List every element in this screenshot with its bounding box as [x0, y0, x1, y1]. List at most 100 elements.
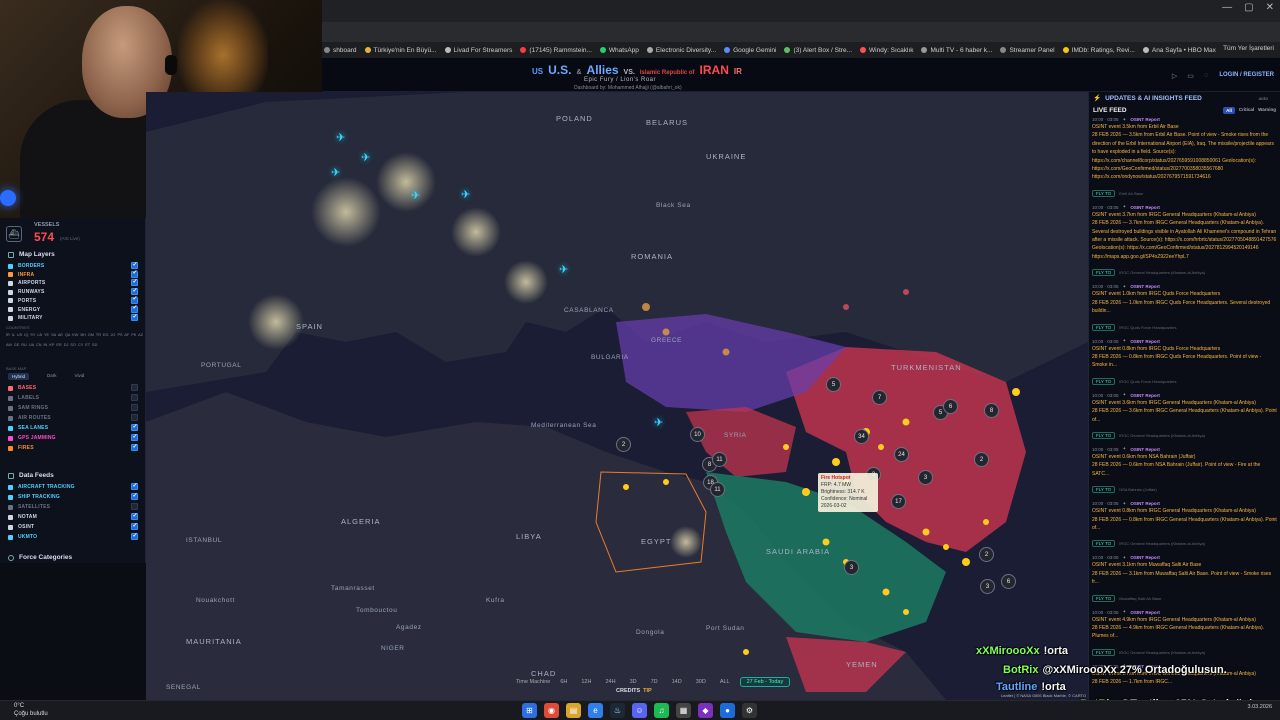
layer-toggle[interactable]: RUNWAYS	[8, 287, 138, 296]
bookmark-label[interactable]: IMDb: Ratings, Revi...	[1072, 47, 1135, 54]
layer-checkbox[interactable]	[131, 443, 138, 451]
layer-checkbox[interactable]	[131, 304, 138, 313]
layer-checkbox[interactable]	[131, 404, 138, 411]
feed-tab[interactable]: Warning	[1258, 107, 1276, 114]
layer-toggle[interactable]: AIRPORTS	[8, 278, 138, 287]
close-icon[interactable]: ✕	[1266, 2, 1274, 13]
system-tray[interactable]: 3.03.2026	[1248, 704, 1272, 711]
bookmark-item[interactable]: Livad For Streamers	[444, 47, 513, 54]
aircraft-icon[interactable]: ✈	[411, 190, 423, 202]
bookmark-label[interactable]: (17145) Rammstein...	[529, 47, 592, 54]
layer-checkbox[interactable]	[131, 482, 138, 490]
layer-checkbox[interactable]	[131, 313, 138, 322]
map-cluster-marker[interactable]: 11	[712, 452, 727, 467]
time-range-option[interactable]: 7D	[645, 678, 664, 686]
layer-toggle[interactable]: BORDERS	[8, 261, 138, 270]
map-cluster-marker[interactable]: 17	[891, 494, 906, 509]
app-icon[interactable]: ●	[720, 703, 735, 718]
map-cluster-marker[interactable]: 3	[980, 579, 995, 594]
bookmark-label[interactable]: (3) Alert Box / Stre...	[793, 47, 852, 54]
feed-entry[interactable]: 10:00 · 03:05 ✦ OSINT Report OSINT event 0.…	[1092, 446, 1277, 496]
map-cluster-marker[interactable]: 24	[894, 447, 909, 462]
user-icon[interactable]: ◌	[1204, 72, 1208, 80]
map-view[interactable]: BELARUS POLAND UKRAINE ROMANIA SPAIN PORTUGAL…	[146, 92, 1088, 700]
feed-entry[interactable]: 10:00 · 03:05 ✦ OSINT Report OSINT event 0.…	[1092, 338, 1277, 388]
twitch-icon[interactable]: ◆	[698, 703, 713, 718]
fly-to-button[interactable]: FLY TO	[1092, 594, 1116, 602]
basemap-option[interactable]: Vivid	[75, 373, 85, 380]
bookmark-item[interactable]: Google Gemini	[724, 47, 776, 54]
bookmark-label[interactable]: Electronic Diversity...	[656, 47, 716, 54]
calculator-icon[interactable]: ▦	[676, 703, 691, 718]
layer-checkbox[interactable]	[131, 522, 138, 530]
fly-to-button[interactable]: FLY TO	[1092, 431, 1116, 439]
weather-widget[interactable]: 0°C Çoğu bulutlu	[14, 702, 48, 718]
aircraft-icon[interactable]: ✈	[331, 167, 343, 179]
discord-icon[interactable]: ☺	[632, 703, 647, 718]
fly-to-button[interactable]: FLY TO	[1092, 486, 1116, 494]
feed-entry[interactable]: 10:00 · 03:05 ✦ OSINT Report OSINT event 3.…	[1092, 116, 1277, 200]
steam-icon[interactable]: ♨	[610, 703, 625, 718]
fly-to-button[interactable]: FLY TO	[1092, 269, 1116, 277]
layer-checkbox[interactable]	[131, 287, 138, 296]
time-range-option[interactable]: 14D	[666, 678, 688, 686]
layer-toggle[interactable]: SHIP TRACKING	[8, 492, 138, 501]
layer-toggle[interactable]: FIRES	[8, 443, 138, 452]
feed-entry[interactable]: 10:00 · 03:05 ✦ OSINT Report OSINT event 1.…	[1092, 283, 1277, 333]
layer-checkbox[interactable]	[131, 295, 138, 304]
time-range-option[interactable]: ALL	[714, 678, 736, 686]
layer-checkbox[interactable]	[131, 261, 138, 269]
layer-checkbox[interactable]	[131, 423, 138, 431]
layer-toggle[interactable]: OSINT	[8, 522, 138, 531]
bookmark-label[interactable]: Streamer Panel	[1009, 47, 1054, 54]
layer-checkbox[interactable]	[131, 269, 138, 278]
settings-icon[interactable]: ⚙	[742, 703, 757, 718]
layer-toggle[interactable]: ENERGY	[8, 304, 138, 314]
bookmark-label[interactable]: Multi TV - 6 haber k...	[930, 47, 992, 54]
bookmark-item[interactable]: Streamer Panel	[1000, 47, 1055, 54]
address-bar[interactable]: ☆ ⧉ ● ⋮	[322, 22, 1280, 59]
feed-entry[interactable]: 10:00 · 03:05 ✦ OSINT Report OSINT event 0.…	[1092, 500, 1277, 550]
map-cluster-marker[interactable]: 6	[943, 399, 958, 414]
bookmark-item[interactable]: shboard	[324, 47, 357, 54]
layer-toggle[interactable]: GPS JAMMING	[8, 433, 138, 442]
login-button[interactable]: LOGIN / REGISTER	[1219, 72, 1274, 78]
layer-toggle[interactable]: UKMTO	[8, 532, 138, 541]
monitor-icon[interactable]: ▭	[1187, 72, 1194, 80]
map-cluster-marker[interactable]: 2	[974, 452, 989, 467]
map-cluster-marker[interactable]: 11	[710, 482, 725, 497]
map-cluster-marker[interactable]: 8	[984, 403, 999, 418]
layer-toggle[interactable]: MILITARY	[8, 313, 138, 322]
map-cluster-marker[interactable]: 34	[854, 429, 869, 444]
bookmark-item[interactable]: (17145) Rammstein...	[520, 47, 592, 54]
bookmark-label[interactable]: Google Gemini	[733, 47, 776, 54]
basemap-option[interactable]: Hybrid	[8, 373, 30, 380]
layer-checkbox[interactable]	[131, 394, 138, 401]
time-range-option[interactable]: 3D	[624, 678, 643, 686]
force-categories-title[interactable]: Force Categories	[8, 554, 72, 561]
aircraft-icon[interactable]: ✈	[361, 152, 373, 164]
layer-checkbox[interactable]	[131, 433, 138, 441]
bookmark-item[interactable]: Windy: Sıcaklık	[860, 47, 913, 54]
edge-icon[interactable]: e	[588, 703, 603, 718]
chrome-icon[interactable]: ◉	[544, 703, 559, 718]
aircraft-icon[interactable]: ✈	[559, 264, 571, 276]
layer-toggle[interactable]: AIRCRAFT TRACKING	[8, 482, 138, 491]
bookmark-item[interactable]: IMDb: Ratings, Revi...	[1062, 47, 1135, 54]
fly-to-button[interactable]: FLY TO	[1092, 377, 1116, 385]
feed-tab[interactable]: Critical	[1239, 107, 1254, 114]
layer-toggle[interactable]: SEA LANES	[8, 423, 138, 432]
bookmark-item[interactable]: (3) Alert Box / Stre...	[784, 47, 852, 54]
layer-checkbox[interactable]	[131, 532, 138, 540]
fly-to-button[interactable]: FLY TO	[1092, 540, 1116, 548]
country-codes[interactable]: IR IL US IQ SY LB YE SA AE QA KW BH OM T…	[6, 331, 144, 350]
map-cluster-marker[interactable]: 5	[826, 377, 841, 392]
layer-toggle[interactable]: SAM RINGS	[8, 404, 138, 412]
layer-toggle[interactable]: PORTS	[8, 295, 138, 305]
data-feeds-title[interactable]: Data Feeds	[8, 472, 54, 479]
map-cluster-marker[interactable]: 2	[616, 437, 631, 452]
minimize-icon[interactable]: —	[1222, 2, 1232, 13]
bookmark-label[interactable]: Livad For Streamers	[454, 47, 513, 54]
feed-entry[interactable]: 10:00 · 03:05 ✦ OSINT Report OSINT event 3.…	[1092, 554, 1277, 604]
fly-to-button[interactable]: FLY TO	[1092, 648, 1116, 656]
